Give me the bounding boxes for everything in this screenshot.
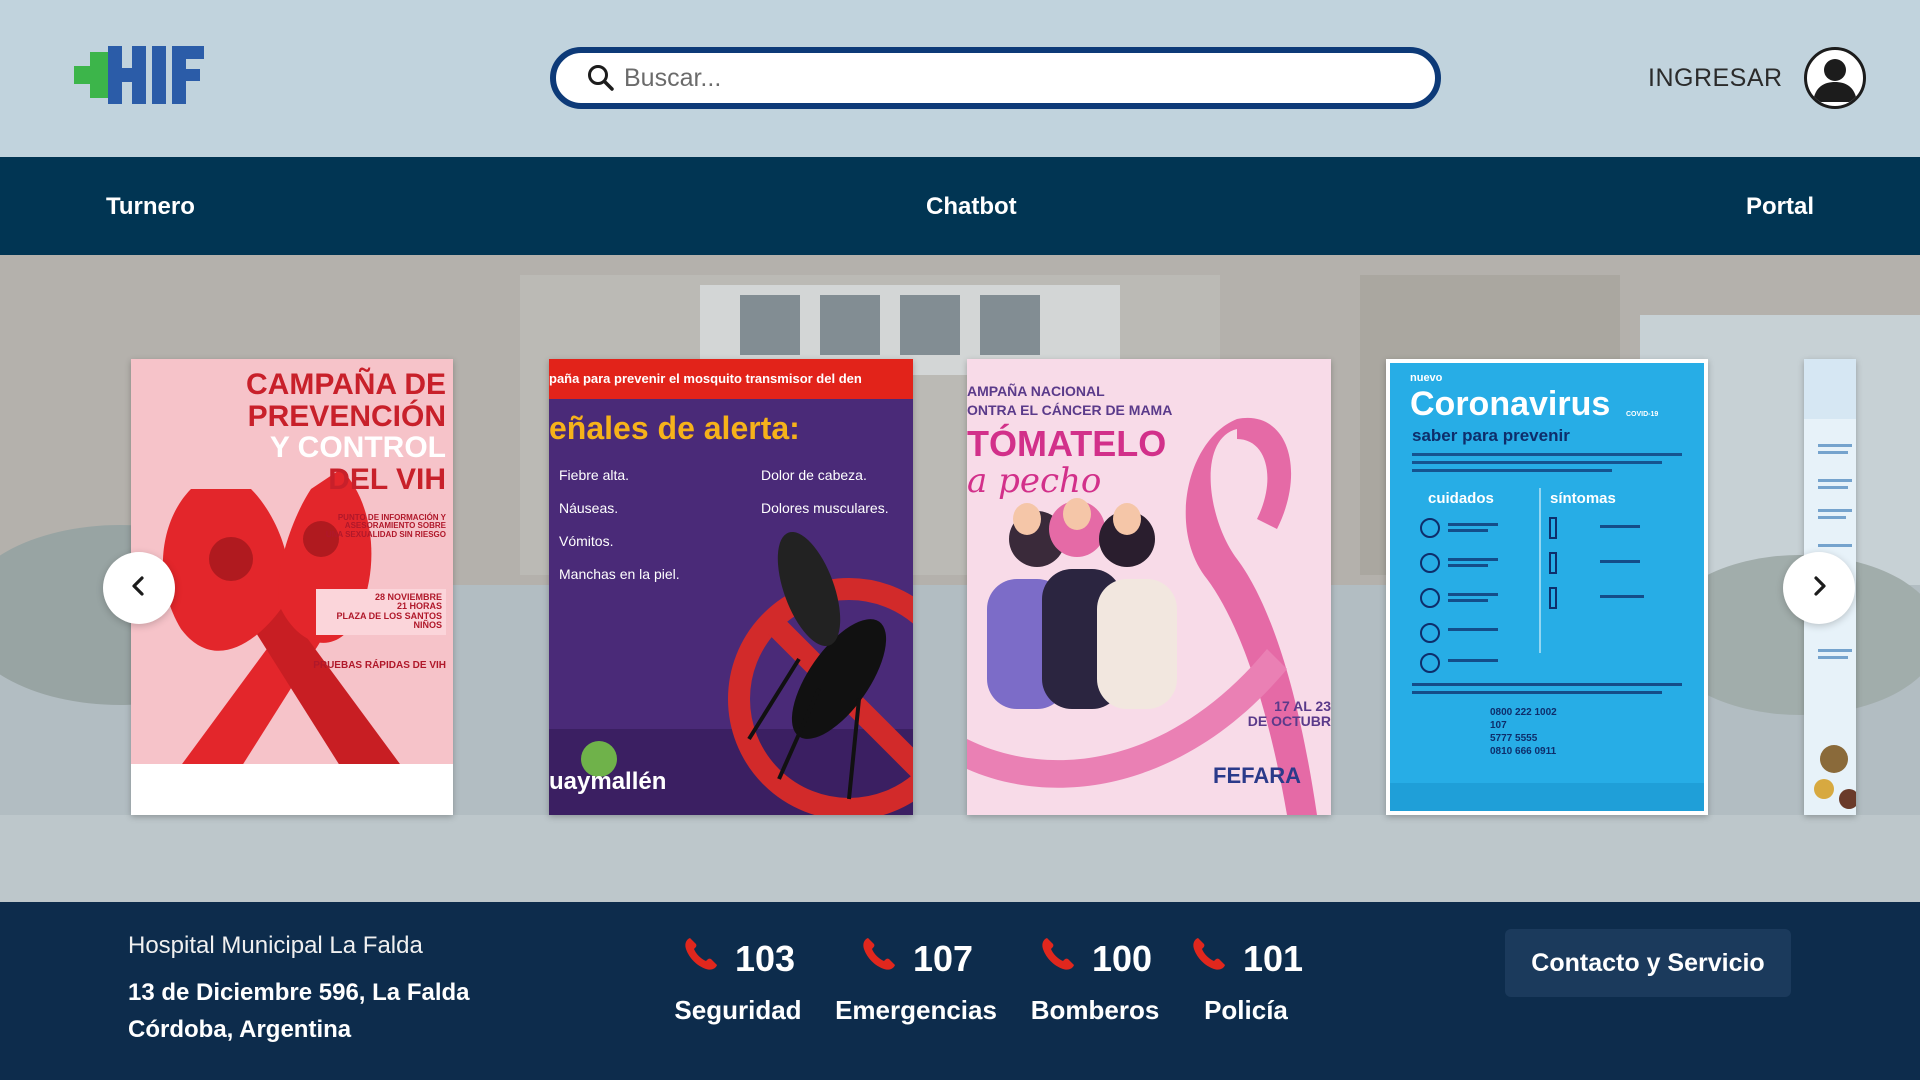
search-bar[interactable]: [550, 47, 1441, 109]
emergency-label: Emergencias: [835, 995, 997, 1025]
sign-headache: Dolor de cabeza.: [761, 467, 867, 483]
search-input[interactable]: [624, 63, 1404, 93]
vih-title-2: PREVENCIÓN: [247, 399, 446, 433]
carousel-slide-cancer[interactable]: AMPAÑA NACIONAL ONTRA EL CÁNCER DE MAMA …: [967, 359, 1331, 815]
hero-carousel: CAMPAÑA DE PREVENCIÓN Y CONTROL DEL VIH …: [0, 255, 1920, 902]
chevron-left-icon: [128, 575, 150, 602]
phone-icon: [681, 934, 721, 983]
covid-phone-3: 5777 5555: [1490, 733, 1538, 744]
carousel-slide-dengue[interactable]: paña para prevenir el mosquito transmiso…: [549, 359, 913, 815]
main-navbar: Turnero Chatbot Portal: [0, 157, 1920, 255]
emergency-emergencias[interactable]: 107 Emergencias: [826, 934, 1006, 1026]
vih-title-1: CAMPAÑA DE: [246, 368, 446, 401]
sign-fever: Fiebre alta.: [559, 467, 630, 483]
emergency-number: 107: [912, 937, 974, 979]
vih-tests: PRUEBAS RÁPIDAS DE VIH: [313, 660, 446, 671]
dengue-signs-left: Fiebre alta. Náuseas. Vómitos. Manchas e…: [559, 459, 680, 591]
dengue-banner: paña para prevenir el mosquito transmiso…: [549, 371, 862, 386]
chevron-right-icon: [1808, 575, 1830, 602]
emergency-label: Policía: [1204, 995, 1288, 1025]
dengue-brand: uaymallén: [549, 768, 667, 795]
carousel-slide-coronavirus[interactable]: nuevo Coronavirus COVID-19 saber para pr…: [1386, 359, 1708, 815]
hospital-name: Hospital Municipal La Falda: [128, 932, 423, 959]
cancer-line2: ONTRA EL CÁNCER DE MAMA: [967, 402, 1173, 418]
hospital-address: 13 de Diciembre 596, La Falda Córdoba, A…: [128, 974, 470, 1048]
phone-icon: [1038, 934, 1078, 983]
address-line-2: Córdoba, Argentina: [128, 1016, 352, 1043]
header: INGRESAR: [0, 0, 1920, 157]
covid-footer-logos: [1390, 783, 1704, 811]
sign-rash: Manchas en la piel.: [559, 566, 680, 582]
cancer-date-2: DE OCTUBR: [1247, 712, 1331, 729]
login-link[interactable]: INGRESAR: [1648, 64, 1783, 93]
cancer-title: TÓMATELO: [967, 423, 1167, 464]
covid-phone-1: 0800 222 1002: [1490, 707, 1557, 718]
emergency-number: 100: [1091, 937, 1153, 979]
covid-phone-4: 0810 666 0911: [1490, 746, 1557, 757]
sign-nausea: Náuseas.: [559, 500, 619, 516]
dengue-signs-right: Dolor de cabeza. Dolores musculares.: [761, 459, 889, 525]
emergency-bomberos[interactable]: 100 Bomberos: [1025, 934, 1165, 1026]
user-avatar-icon[interactable]: [1804, 47, 1866, 109]
phone-icon: [859, 934, 899, 983]
contact-service-button[interactable]: Contacto y Servicio: [1505, 929, 1791, 997]
logo[interactable]: [74, 46, 204, 110]
emergency-policia[interactable]: 101 Policía: [1186, 934, 1306, 1026]
nav-item-portal[interactable]: Portal: [1746, 193, 1814, 221]
phone-icon: [1189, 934, 1229, 983]
nav-item-turnero[interactable]: Turnero: [106, 193, 195, 221]
carousel-prev-button[interactable]: [103, 552, 175, 624]
cancer-line1: AMPAÑA NACIONAL: [967, 383, 1105, 399]
cancer-date-1: 17 AL 23: [1274, 698, 1331, 714]
sign-vomit: Vómitos.: [559, 533, 614, 549]
nav-item-chatbot[interactable]: Chatbot: [926, 193, 1017, 221]
emergency-seguridad[interactable]: 103 Seguridad: [668, 934, 808, 1026]
sign-muscle: Dolores musculares.: [761, 500, 889, 516]
emergency-label: Bomberos: [1030, 995, 1160, 1025]
dengue-heading: eñales de alerta:: [549, 410, 800, 446]
vih-title-3: Y CONTROL: [269, 431, 446, 464]
emergency-label: Seguridad: [674, 995, 802, 1025]
emergency-number: 101: [1242, 937, 1304, 979]
vih-title-4: DEL VIH: [328, 462, 446, 496]
carousel-next-button[interactable]: [1783, 552, 1855, 624]
vih-date-3: PLAZA DE LOS SANTOS NIÑOS: [336, 610, 442, 631]
footer: Hospital Municipal La Falda 13 de Diciem…: [0, 902, 1920, 1080]
emergency-number: 103: [734, 937, 796, 979]
address-line-1: 13 de Diciembre 596, La Falda: [128, 979, 470, 1006]
vih-small-3: UNA SEXUALIDAD SIN RIESGO: [325, 529, 446, 539]
covid-phone-2: 107: [1490, 720, 1507, 731]
carousel-slide-vih[interactable]: CAMPAÑA DE PREVENCIÓN Y CONTROL DEL VIH …: [131, 359, 453, 815]
search-icon: [586, 63, 616, 93]
cancer-subtitle: a pecho: [967, 461, 1102, 501]
covid-phones: 0800 222 1002 107 5777 5555 0810 666 091…: [1490, 706, 1557, 758]
cancer-brand: FEFARA: [1213, 763, 1301, 788]
